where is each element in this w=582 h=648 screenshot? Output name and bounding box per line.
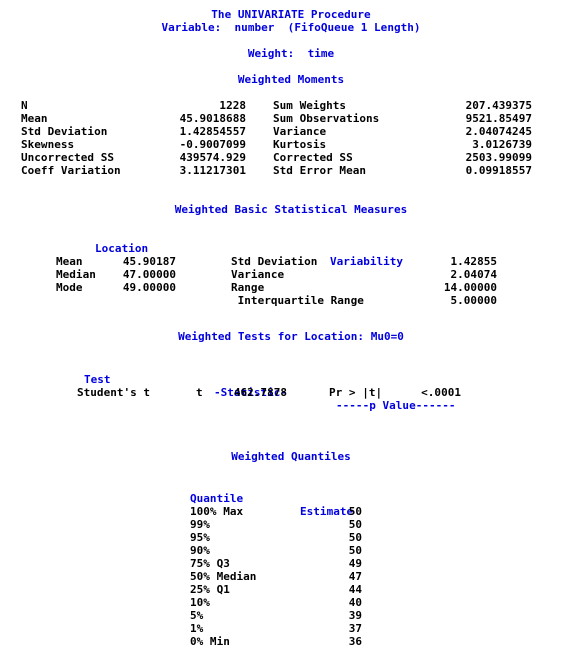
quantile-row: 5% 39 (0, 609, 582, 622)
quantile-estimate: 44 (348, 583, 362, 596)
variable-line: Variable: number (FifoQueue 1 Length) (161, 21, 421, 34)
basic-measures-column-headers: Location Variability (0, 229, 582, 268)
location-header: Location (95, 242, 149, 255)
quantile-row: 10% 40 (0, 596, 582, 609)
quantile-row: 95% 50 (0, 531, 582, 544)
moments-right-value: 2503.99099 (465, 151, 532, 164)
quantile-row: 75% Q3 49 (0, 557, 582, 570)
sas-listing-output: The UNIVARIATE Procedure Variable: numbe… (0, 0, 582, 648)
weighted-moments-title: Weighted Moments (237, 73, 345, 86)
quantile-estimate: 50 (348, 518, 362, 531)
quantile-row: 90% 50 (0, 544, 582, 557)
basic-measures-row: Mean 45.90187 Std Deviation 1.42855 (0, 255, 582, 268)
basic-measures-row: Median 47.00000 Variance 2.04074 (0, 268, 582, 281)
quantile-estimate: 37 (348, 622, 362, 635)
quantile-row: 99% 50 (0, 518, 582, 531)
quantile-estimate: 40 (348, 596, 362, 609)
moments-row: Skewness -0.9007099 Kurtosis 3.0126739 (0, 138, 582, 151)
quantile-estimate: 47 (348, 570, 362, 583)
variability-value: 14.00000 (443, 281, 497, 294)
variability-value: 2.04074 (450, 268, 497, 281)
tests-col-test: Test (84, 373, 111, 386)
basic-measures-row: Interquartile Range 5.00000 (0, 294, 582, 307)
quantiles-column-headers: Quantile Estimate (0, 479, 582, 518)
quantiles-title: Weighted Quantiles (231, 450, 351, 463)
moments-row: N 1228 Sum Weights 207.439375 (0, 99, 582, 112)
quantile-estimate: 36 (348, 635, 362, 648)
basic-measures-title: Weighted Basic Statistical Measures (174, 203, 408, 216)
quantile-row: 25% Q1 44 (0, 583, 582, 596)
basic-measures-row: Mode 49.00000 Range 14.00000 (0, 281, 582, 294)
moments-right-value: 3.0126739 (472, 138, 532, 151)
quantile-estimate: 50 (348, 531, 362, 544)
variability-value: 1.42855 (450, 255, 497, 268)
test-pvalue: <.0001 (421, 386, 461, 399)
moments-row: Std Deviation 1.42854557 Variance 2.0407424… (0, 125, 582, 138)
quantile-row: 1% 37 (0, 622, 582, 635)
moments-right-value: 0.09918557 (465, 164, 532, 177)
variability-value: 5.00000 (450, 294, 497, 307)
quantile-estimate: 50 (348, 505, 362, 518)
moments-row: Mean 45.9018688 Sum Observations 9521.85497 (0, 112, 582, 125)
moments-right-value: 2.04074245 (465, 125, 532, 138)
quantile-row: 100% Max 50 (0, 505, 582, 518)
quantiles-col-quantile: Quantile (190, 492, 244, 505)
tests-column-headers: Test -Statistic- -----p Value------ (0, 360, 582, 412)
quantile-estimate: 49 (348, 557, 362, 570)
moments-right-value: 9521.85497 (465, 112, 532, 125)
moments-row: Coeff Variation 3.11217301 Std Error Mean 0… (0, 164, 582, 177)
quantile-row: 50% Median 47 (0, 570, 582, 583)
moments-right-value: 207.439375 (465, 99, 532, 112)
moments-row: Uncorrected SS 439574.929 Corrected SS 2503… (0, 151, 582, 164)
quantile-estimate: 39 (348, 609, 362, 622)
procedure-title: The UNIVARIATE Procedure (211, 8, 371, 21)
tests-col-pvalue: -----p Value------ (336, 399, 456, 412)
quantile-estimate: 50 (348, 544, 362, 557)
quantile-row: 0% Min 36 (0, 635, 582, 648)
tests-location-title: Weighted Tests for Location: Mu0=0 (178, 330, 404, 343)
weight-line: Weight: time (247, 47, 335, 60)
tests-location-row: Student's t t 462.7878 Pr > |t| <.0001 (0, 386, 582, 399)
